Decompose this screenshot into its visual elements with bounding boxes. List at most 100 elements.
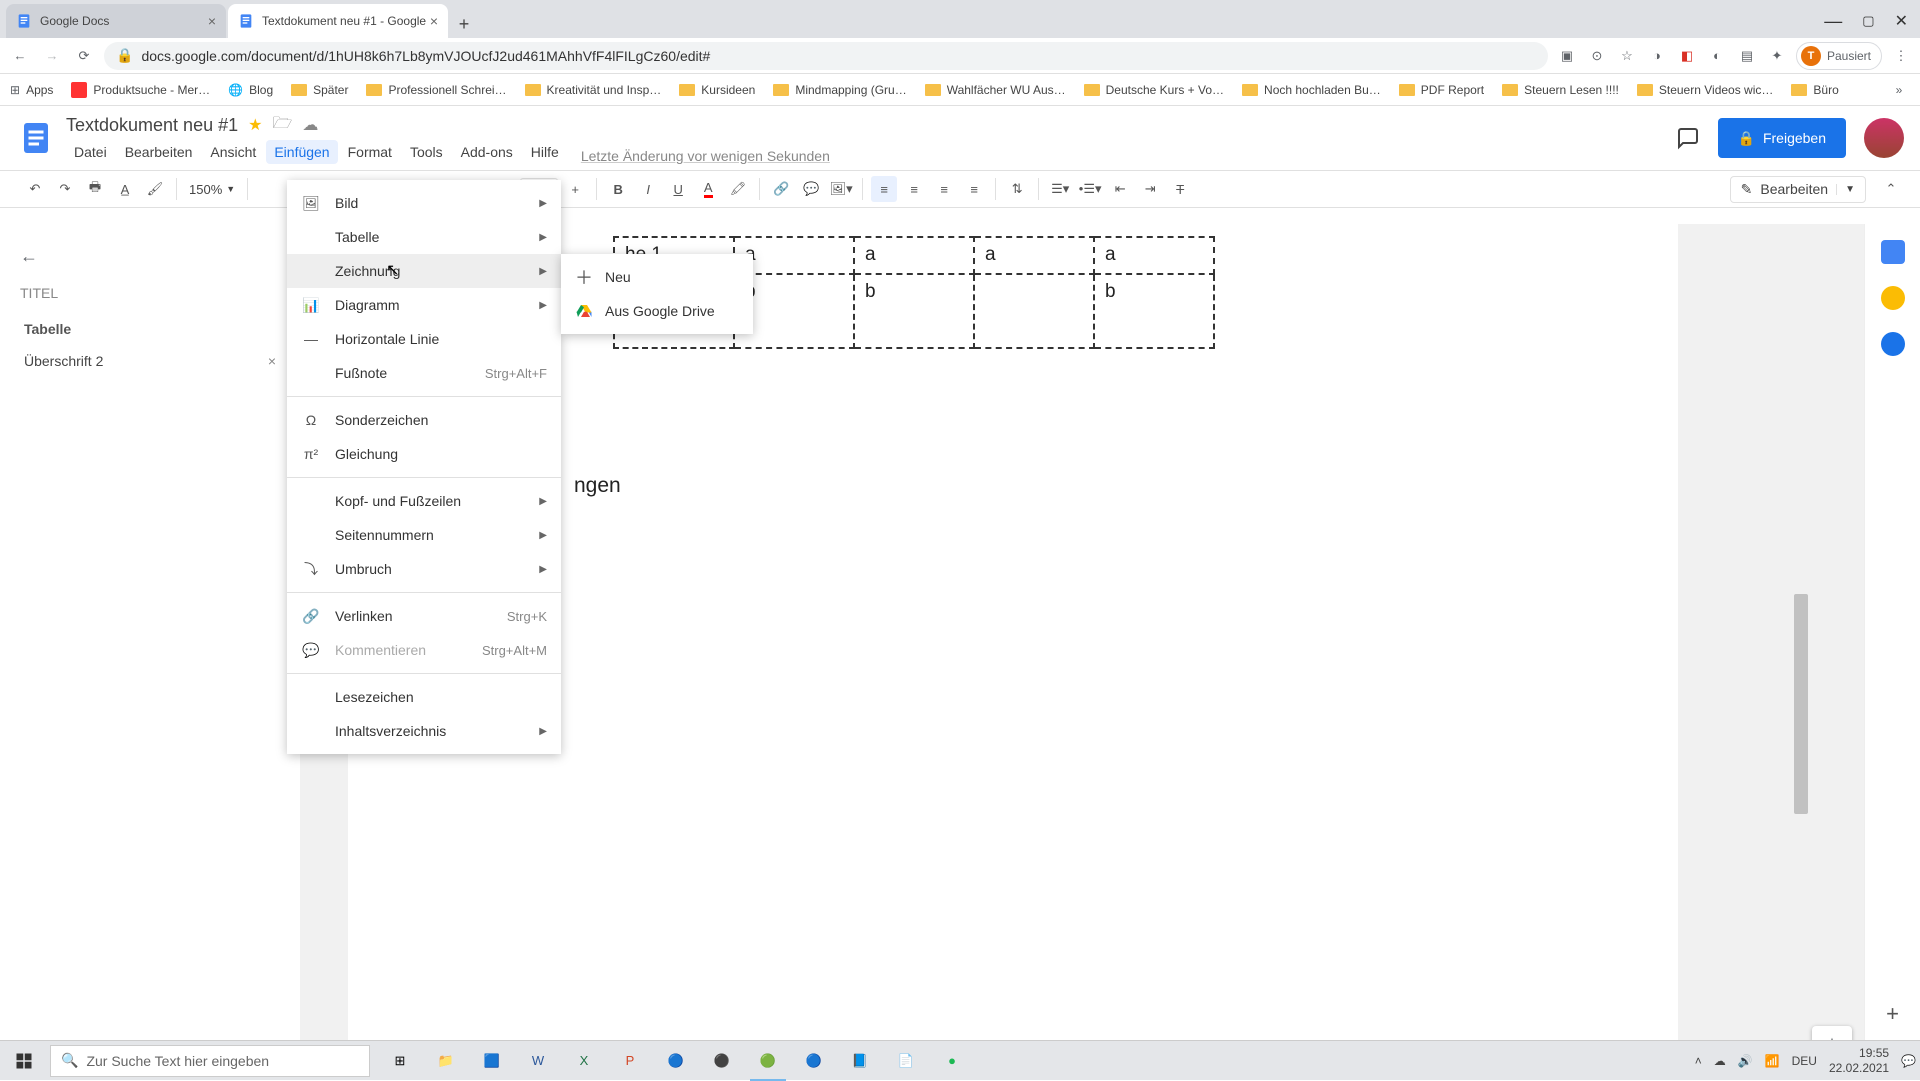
menu-item-bild[interactable]: 🖼Bild▶ bbox=[287, 186, 561, 220]
tasks-icon[interactable] bbox=[1881, 332, 1905, 356]
start-button[interactable] bbox=[0, 1041, 48, 1081]
star-icon[interactable]: ☆ bbox=[1616, 45, 1638, 67]
bookmark-item[interactable]: Steuern Lesen !!!! bbox=[1502, 83, 1619, 97]
menu-item-umbruch[interactable]: ⤵Umbruch▶ bbox=[287, 552, 561, 586]
app-icon[interactable]: 🟦 bbox=[470, 1041, 514, 1081]
taskbar-search[interactable]: 🔍 Zur Suche Text hier eingeben bbox=[50, 1045, 370, 1077]
menu-item-inhaltsverzeichnis[interactable]: Inhaltsverzeichnis▶ bbox=[287, 714, 561, 748]
calendar-icon[interactable] bbox=[1881, 240, 1905, 264]
new-tab-button[interactable]: + bbox=[450, 10, 478, 38]
menu-format[interactable]: Format bbox=[340, 140, 400, 164]
cloud-icon[interactable]: ☁ bbox=[1714, 1054, 1726, 1068]
edge-icon[interactable]: 🔵 bbox=[792, 1041, 836, 1081]
undo-button[interactable]: ↶ bbox=[22, 176, 48, 202]
apps-button[interactable]: ⊞Apps bbox=[10, 83, 53, 97]
menu-item-kopfzeilen[interactable]: Kopf- und Fußzeilen▶ bbox=[287, 484, 561, 518]
extensions-icon[interactable]: ✦ bbox=[1766, 45, 1788, 67]
menu-item-verlinken[interactable]: 🔗VerlinkenStrg+K bbox=[287, 599, 561, 633]
spellcheck-button[interactable]: A̲ bbox=[112, 176, 138, 202]
notifications-icon[interactable]: 💬 bbox=[1901, 1054, 1916, 1068]
maximize-icon[interactable]: ▢ bbox=[1862, 13, 1874, 29]
cloud-icon[interactable]: ☁ bbox=[302, 115, 318, 135]
submenu-item-neu[interactable]: ＋Neu bbox=[561, 260, 753, 294]
clear-format-button[interactable]: T bbox=[1167, 176, 1193, 202]
app-icon[interactable]: 🔵 bbox=[654, 1041, 698, 1081]
highlight-button[interactable]: 🖍 bbox=[725, 176, 751, 202]
volume-icon[interactable]: 🔊 bbox=[1738, 1054, 1753, 1068]
collapse-button[interactable]: ⌃ bbox=[1878, 176, 1904, 202]
bold-button[interactable]: B bbox=[605, 176, 631, 202]
align-justify-button[interactable]: ≡ bbox=[961, 176, 987, 202]
bookmark-item[interactable]: Wahlfächer WU Aus… bbox=[925, 83, 1066, 97]
bookmark-item[interactable]: Kreativität und Insp… bbox=[525, 83, 662, 97]
menu-item-sonderzeichen[interactable]: ΩSonderzeichen bbox=[287, 403, 561, 437]
account-avatar[interactable] bbox=[1864, 118, 1904, 158]
submenu-item-drive[interactable]: Aus Google Drive bbox=[561, 294, 753, 328]
menu-hilfe[interactable]: Hilfe bbox=[523, 140, 567, 164]
powerpoint-icon[interactable]: P bbox=[608, 1041, 652, 1081]
align-center-button[interactable]: ≡ bbox=[901, 176, 927, 202]
bookmarks-overflow[interactable]: » bbox=[1888, 79, 1910, 101]
document-title[interactable]: Textdokument neu #1 bbox=[66, 115, 238, 136]
ext-icon[interactable]: ◑ bbox=[1646, 45, 1668, 67]
scrollbar-thumb[interactable] bbox=[1794, 594, 1808, 814]
menu-item-diagramm[interactable]: 📊Diagramm▶ bbox=[287, 288, 561, 322]
chrome-icon[interactable]: 🟢 bbox=[746, 1041, 790, 1081]
link-button[interactable]: 🔗 bbox=[768, 176, 794, 202]
close-icon[interactable]: ✕ bbox=[1895, 11, 1908, 31]
back-button[interactable]: ← bbox=[8, 44, 32, 68]
menu-einfuegen[interactable]: Einfügen bbox=[266, 140, 337, 164]
browser-tab-1[interactable]: Textdokument neu #1 - Google × bbox=[228, 4, 448, 38]
search-icon[interactable]: ⊙ bbox=[1586, 45, 1608, 67]
ext-icon[interactable]: ◧ bbox=[1676, 45, 1698, 67]
print-button[interactable]: 🖶 bbox=[82, 176, 108, 202]
comments-button[interactable] bbox=[1668, 118, 1708, 158]
paint-format-button[interactable]: 🖌 bbox=[142, 176, 168, 202]
close-icon[interactable]: × bbox=[208, 13, 216, 29]
bookmark-item[interactable]: Später bbox=[291, 83, 348, 97]
numbered-list-button[interactable]: ☰▾ bbox=[1047, 176, 1073, 202]
align-left-button[interactable]: ≡ bbox=[871, 176, 897, 202]
tray-chevron[interactable]: ˄ bbox=[1695, 1054, 1702, 1068]
share-button[interactable]: 🔒 Freigeben bbox=[1718, 118, 1846, 158]
clock[interactable]: 19:55 22.02.2021 bbox=[1829, 1046, 1889, 1075]
bookmark-item[interactable]: PDF Report bbox=[1399, 83, 1484, 97]
underline-button[interactable]: U bbox=[665, 176, 691, 202]
bookmark-item[interactable]: Büro bbox=[1791, 83, 1838, 97]
close-icon[interactable]: × bbox=[268, 353, 276, 369]
outline-item[interactable]: Tabelle bbox=[20, 313, 280, 345]
bookmark-item[interactable]: Deutsche Kurs + Vo… bbox=[1084, 83, 1224, 97]
menu-icon[interactable]: ⋮ bbox=[1890, 45, 1912, 67]
bookmark-item[interactable]: Professionell Schrei… bbox=[366, 83, 506, 97]
word-icon[interactable]: W bbox=[516, 1041, 560, 1081]
menu-item-tabelle[interactable]: Tabelle▶ bbox=[287, 220, 561, 254]
bookmark-item[interactable]: Kursideen bbox=[679, 83, 755, 97]
reload-button[interactable]: ⟳ bbox=[72, 44, 96, 68]
menu-item-fussnote[interactable]: FußnoteStrg+Alt+F bbox=[287, 356, 561, 390]
menu-item-lesezeichen[interactable]: Lesezeichen bbox=[287, 680, 561, 714]
bookmark-item[interactable]: Noch hochladen Bu… bbox=[1242, 83, 1381, 97]
indent-decrease-button[interactable]: ⇤ bbox=[1107, 176, 1133, 202]
menu-item-seitennummern[interactable]: Seitennummern▶ bbox=[287, 518, 561, 552]
bullet-list-button[interactable]: •☰▾ bbox=[1077, 176, 1103, 202]
excel-icon[interactable]: X bbox=[562, 1041, 606, 1081]
forward-button[interactable]: → bbox=[40, 44, 64, 68]
app-icon[interactable]: 📘 bbox=[838, 1041, 882, 1081]
menu-item-gleichung[interactable]: π²Gleichung bbox=[287, 437, 561, 471]
increase-font-button[interactable]: + bbox=[562, 176, 588, 202]
ext-icon[interactable]: ▤ bbox=[1736, 45, 1758, 67]
mode-select[interactable]: ✎ Bearbeiten ▼ bbox=[1730, 176, 1866, 203]
zoom-select[interactable]: 150%▼ bbox=[185, 182, 239, 197]
add-button[interactable]: + bbox=[1886, 1001, 1899, 1027]
menu-bearbeiten[interactable]: Bearbeiten bbox=[117, 140, 201, 164]
bookmark-item[interactable]: Steuern Videos wic… bbox=[1637, 83, 1774, 97]
menu-tools[interactable]: Tools bbox=[402, 140, 451, 164]
app-icon[interactable]: 📄 bbox=[884, 1041, 928, 1081]
menu-ansicht[interactable]: Ansicht bbox=[202, 140, 264, 164]
docs-logo[interactable] bbox=[16, 118, 56, 158]
menu-item-zeichnung[interactable]: Zeichnung▶ bbox=[287, 254, 561, 288]
browser-tab-0[interactable]: Google Docs × bbox=[6, 4, 226, 38]
taskview-icon[interactable]: ⊞ bbox=[378, 1041, 422, 1081]
menu-datei[interactable]: Datei bbox=[66, 140, 115, 164]
scrollbar[interactable] bbox=[1794, 594, 1808, 1024]
